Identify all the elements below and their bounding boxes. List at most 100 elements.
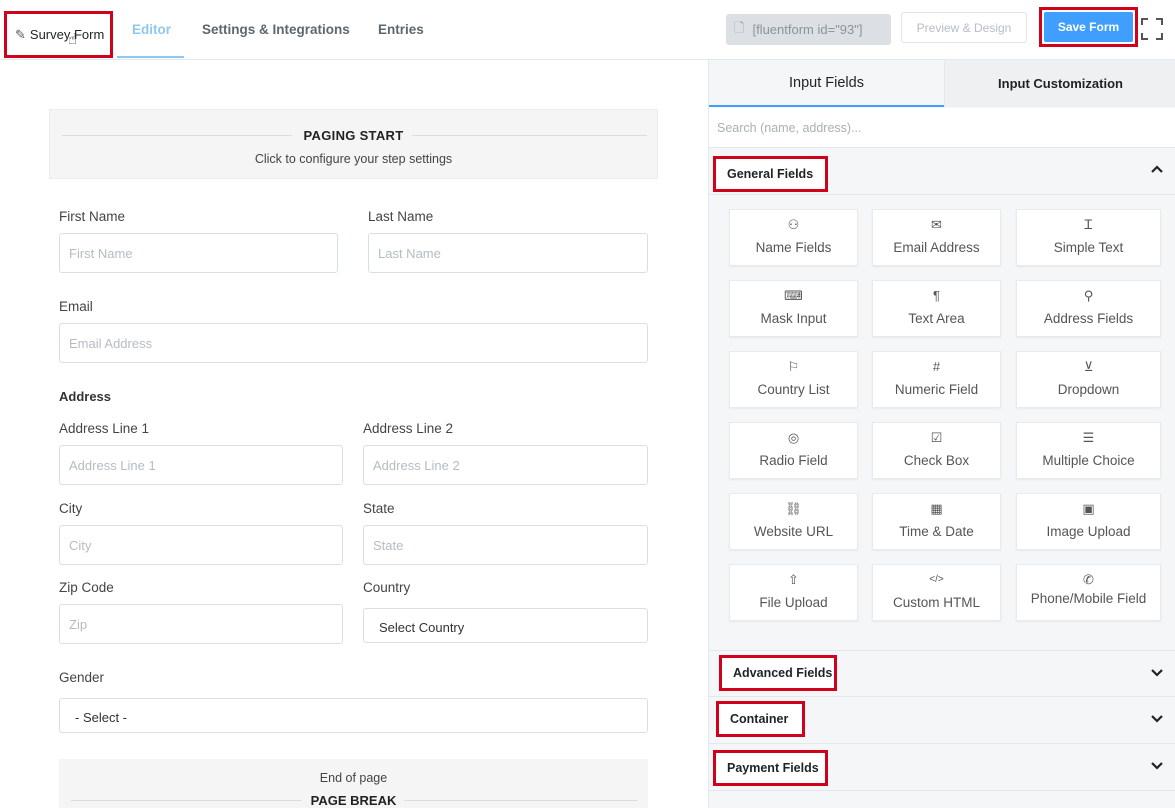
field-phone-mobile[interactable]: ✆ Phone/Mobile Field [1016,564,1161,621]
phone-icon: ✆ [1083,572,1094,587]
fullscreen-icon[interactable] [1141,18,1163,40]
payment-fields-header[interactable]: Payment Fields [709,744,1175,791]
field-address-fields[interactable]: ⚲ Address Fields [1016,280,1161,337]
field-label: Simple Text [1053,240,1124,255]
page-break-block[interactable]: End of page PAGE BREAK [59,759,648,808]
tab-entries[interactable]: Entries [378,22,424,37]
field-label: Text Area [908,311,965,326]
zip-input[interactable]: Zip [59,604,343,644]
tab-input-customization[interactable]: Input Customization [944,60,1175,107]
first-name-input[interactable]: First Name [59,233,338,273]
envelope-icon: ✉ [931,217,942,232]
country-label: Country [363,580,411,595]
paging-start-block[interactable]: PAGING START Click to configure your ste… [49,109,658,179]
address-line1-input[interactable]: Address Line 1 [59,445,343,485]
field-custom-html[interactable]: </> Custom HTML [872,564,1001,621]
flag-icon: ⚐ [787,359,800,374]
city-label: City [59,501,83,516]
field-email-address[interactable]: ✉ Email Address [872,209,1001,266]
chevron-up-icon[interactable] [1150,162,1164,176]
address-line1-label: Address Line 1 [59,421,150,436]
save-button-highlight: Save Form [1039,7,1138,47]
field-label: Name Fields [755,240,832,255]
field-name-fields[interactable]: ⚇ Name Fields [729,209,858,266]
state-label: State [363,501,395,516]
tab-input-fields[interactable]: Input Fields [709,60,944,107]
address-line2-label: Address Line 2 [363,421,454,436]
chevron-down-icon[interactable] [1150,711,1164,725]
field-check-box[interactable]: ☑ Check Box [872,422,1001,479]
list-icon: ☰ [1082,430,1095,445]
pencil-icon: ✎ [15,26,26,42]
address-line2-input[interactable]: Address Line 2 [363,445,648,485]
gender-select[interactable]: - Select - [59,698,648,733]
hand-cursor-icon: ☝ [68,31,78,48]
field-text-area[interactable]: ¶ Text Area [872,280,1001,337]
field-time-date[interactable]: ▦ Time & Date [872,493,1001,550]
chevron-down-icon[interactable] [1150,758,1164,772]
field-label: Numeric Field [894,382,979,397]
link-icon: ⛓ [785,501,802,516]
map-pin-icon: ⚲ [1083,288,1094,303]
field-label: Email Address [893,240,980,255]
paging-start-title: PAGING START [303,128,404,143]
field-radio-field[interactable]: ◎ Radio Field [729,422,858,479]
form-editor: PAGING START Click to configure your ste… [0,61,708,808]
zip-label: Zip Code [59,580,114,595]
email-label: Email [59,299,93,314]
page-break-title: PAGE BREAK [310,793,397,808]
state-input[interactable]: State [363,525,648,565]
tab-settings-integrations[interactable]: Settings & Integrations [202,22,350,37]
radio-icon: ◎ [787,430,800,445]
field-dropdown[interactable]: ⊻ Dropdown [1016,351,1161,408]
general-fields-header[interactable]: General Fields [709,148,1175,195]
country-select[interactable]: Select Country [363,608,648,643]
top-bar: ✎ Survey Form ☝ Editor Settings & Integr… [0,0,1175,60]
preview-design-button[interactable]: Preview & Design [901,12,1027,43]
last-name-input[interactable]: Last Name [368,233,648,273]
field-label: Address Fields [1043,311,1134,326]
field-label: Custom HTML [892,595,980,610]
gender-label: Gender [59,670,105,685]
field-numeric-field[interactable]: # Numeric Field [872,351,1001,408]
dropdown-icon: ⊻ [1083,359,1094,374]
field-multiple-choice[interactable]: ☰ Multiple Choice [1016,422,1161,479]
container-label: Container [716,701,805,737]
city-input[interactable]: City [59,525,343,565]
field-image-upload[interactable]: ▣ Image Upload [1016,493,1161,550]
upload-icon: ⇧ [788,572,799,587]
field-website-url[interactable]: ⛓ Website URL [729,493,858,550]
field-search-input[interactable]: Search (name, address)... [709,108,1175,148]
email-input[interactable]: Email Address [59,323,648,363]
end-of-page-text: End of page [319,771,388,785]
field-label: Image Upload [1046,524,1131,539]
user-icon: ⚇ [787,217,800,232]
field-label: Time & Date [899,524,974,539]
checkbox-icon: ☑ [930,430,943,445]
calendar-icon: ▦ [930,501,943,516]
tab-editor[interactable]: Editor [132,22,171,37]
field-label: Dropdown [1057,382,1120,397]
save-form-button[interactable]: Save Form [1044,12,1133,42]
paging-start-subtitle: Click to configure your step settings [254,152,453,166]
shortcode-copy[interactable]: 🗋 [fluentform id="93"] [726,14,891,45]
active-tab-indicator [117,56,184,58]
field-label: Website URL [753,524,834,539]
address-heading: Address [59,389,112,404]
form-title-button[interactable]: ✎ Survey Form [4,11,113,58]
keyboard-icon: ⌨ [784,288,803,303]
chevron-down-icon[interactable] [1150,665,1164,679]
field-label: Phone/Mobile Field [1030,591,1147,606]
advanced-fields-label: Advanced Fields [719,655,837,691]
field-simple-text[interactable]: Ꮖ Simple Text [1016,209,1161,266]
field-country-list[interactable]: ⚐ Country List [729,351,858,408]
field-file-upload[interactable]: ⇧ File Upload [729,564,858,621]
container-header[interactable]: Container [709,697,1175,744]
hash-icon: # [932,359,941,374]
field-label: Radio Field [759,453,828,468]
shortcode-text: [fluentform id="93"] [752,22,863,37]
field-label: Mask Input [760,311,827,326]
advanced-fields-header[interactable]: Advanced Fields [709,650,1175,697]
code-icon: </> [929,574,944,585]
field-mask-input[interactable]: ⌨ Mask Input [729,280,858,337]
